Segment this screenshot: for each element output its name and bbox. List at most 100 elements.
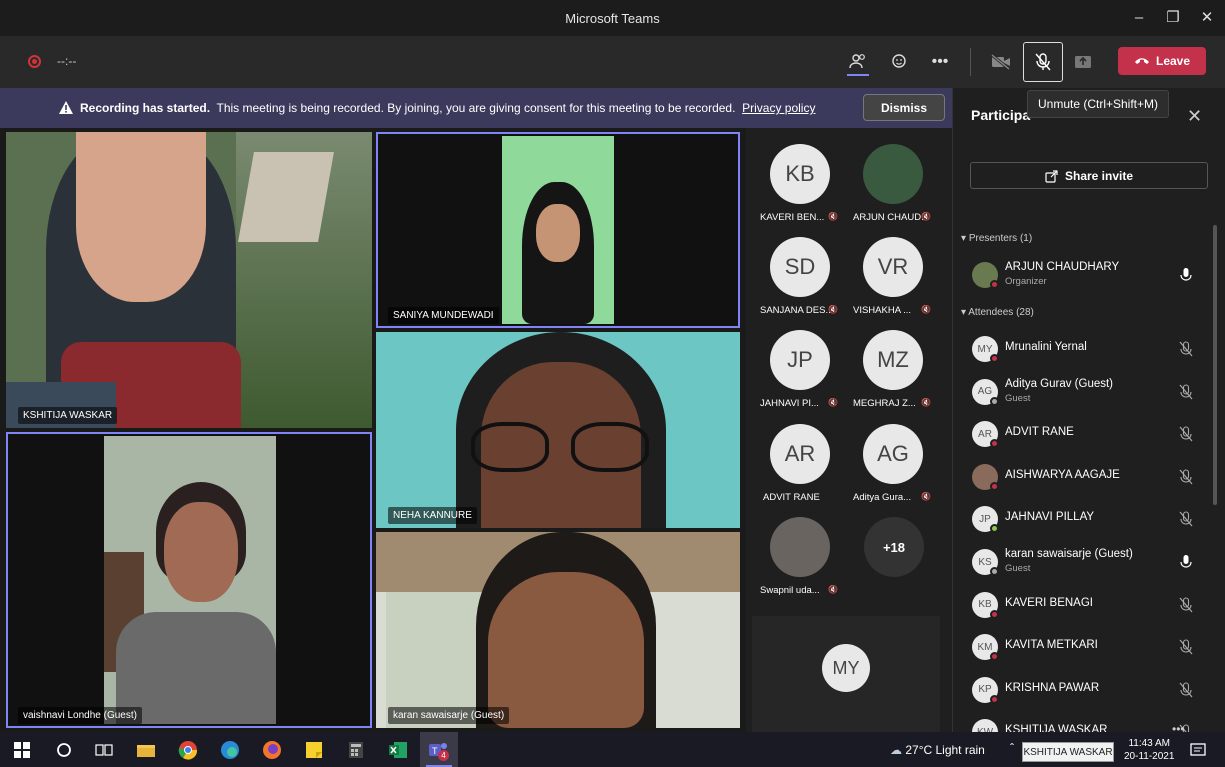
- presenters-section[interactable]: ▾ Presenters (1): [961, 233, 1032, 244]
- more-options-icon[interactable]: •••: [924, 46, 956, 78]
- participant-row[interactable]: KP KRISHNA PAWAR: [970, 673, 1200, 709]
- participant-avatar[interactable]: MZ: [863, 330, 923, 390]
- panel-scrollbar[interactable]: [1213, 225, 1217, 505]
- minimize-icon[interactable]: –: [1124, 6, 1154, 30]
- leave-label: Leave: [1155, 54, 1191, 68]
- participant-avatar-name: JAHNAVI PI...: [760, 398, 819, 409]
- window-title: Microsoft Teams: [565, 11, 660, 26]
- status-dot: [990, 481, 999, 491]
- tile-name: KSHITIJA WASKAR: [18, 407, 118, 424]
- system-clock[interactable]: 11:43 AM 20-11-2021: [1124, 737, 1174, 763]
- participant-avatar-name: MEGHRAJ Z...: [853, 398, 916, 409]
- status-dot: [990, 396, 999, 406]
- video-tile-vaishnavi[interactable]: vaishnavi Londhe (Guest): [6, 432, 372, 728]
- video-tile-karan[interactable]: karan sawaisarje (Guest): [376, 532, 740, 728]
- status-dot: [990, 524, 999, 534]
- restore-icon[interactable]: ❐: [1158, 6, 1188, 30]
- attendees-section[interactable]: ▾ Attendees (28): [961, 307, 1034, 318]
- chrome-icon[interactable]: [176, 738, 200, 762]
- participant-row[interactable]: AR ADVIT RANE: [970, 417, 1200, 453]
- status-dot: [990, 609, 999, 619]
- participant-row[interactable]: AG Aditya Gurav (Guest) Guest: [970, 375, 1200, 411]
- file-explorer-icon[interactable]: [134, 738, 158, 762]
- meeting-toolbar: --:-- ••• Leave: [0, 36, 1225, 88]
- attendees-label: Attendees (28): [968, 307, 1034, 318]
- mic-off-icon: [1035, 53, 1051, 71]
- dismiss-button[interactable]: Dismiss: [863, 94, 945, 121]
- mic-off-icon: [1179, 341, 1193, 357]
- taskbar-tooltip: KSHITIJA WASKAR: [1022, 742, 1114, 762]
- mic-off-icon: [1179, 682, 1193, 698]
- close-panel-icon[interactable]: ✕: [1187, 106, 1202, 127]
- participant-avatar[interactable]: SD: [770, 237, 830, 297]
- participant-row[interactable]: JP JAHNAVI PILLAY: [970, 502, 1200, 538]
- participant-row[interactable]: KS karan sawaisarje (Guest) Guest: [970, 545, 1200, 581]
- participant-avatar[interactable]: [863, 144, 923, 204]
- self-tile[interactable]: MY: [752, 616, 940, 732]
- tray-chevron-icon[interactable]: ˆ: [1010, 741, 1014, 755]
- mic-on-icon: [1180, 555, 1192, 568]
- participant-avatar[interactable]: [770, 517, 830, 577]
- participant-avatar[interactable]: AG: [863, 424, 923, 484]
- participant-role: Organizer: [1005, 276, 1047, 287]
- sticky-notes-icon[interactable]: [302, 738, 326, 762]
- participant-name: Aditya Gurav (Guest): [1005, 377, 1114, 390]
- recording-banner: Recording has started. This meeting is b…: [0, 88, 952, 128]
- video-tile-saniya[interactable]: SANIYA MUNDEWADI: [376, 132, 740, 328]
- video-tile-neha[interactable]: NEHA KANNURE: [376, 332, 740, 528]
- search-icon[interactable]: [52, 738, 76, 762]
- leave-button[interactable]: Leave: [1118, 47, 1206, 75]
- participant-row[interactable]: KM KAVITA METKARI: [970, 630, 1200, 666]
- task-view-icon[interactable]: [92, 738, 116, 762]
- video-tile-kshitija[interactable]: KSHITIJA WASKAR: [6, 132, 372, 428]
- tile-name: SANIYA MUNDEWADI: [388, 307, 499, 324]
- unmute-tooltip: Unmute (Ctrl+Shift+M): [1027, 90, 1169, 118]
- participant-avatar[interactable]: JP: [770, 330, 830, 390]
- participant-name: KAVITA METKARI: [1005, 639, 1098, 652]
- tile-name: karan sawaisarje (Guest): [388, 707, 510, 724]
- participant-row[interactable]: MY Mrunalini Yernal: [970, 332, 1200, 368]
- participant-avatar-name: VISHAKHA ...: [853, 305, 912, 316]
- excel-icon[interactable]: [386, 738, 410, 762]
- clock-date: 20-11-2021: [1124, 751, 1175, 762]
- participant-avatar[interactable]: VR: [863, 237, 923, 297]
- banner-message: This meeting is being recorded. By joini…: [216, 101, 736, 115]
- self-avatar: MY: [822, 644, 870, 692]
- participant-name: ARJUN CHAUDHARY: [1005, 261, 1120, 273]
- edge-icon[interactable]: [218, 738, 242, 762]
- reactions-icon[interactable]: [884, 46, 916, 78]
- participant-row-presenter[interactable]: ARJUN CHAUDHARY Organizer: [970, 258, 1200, 294]
- overflow-participants[interactable]: +18: [864, 517, 924, 577]
- notifications-icon[interactable]: [1186, 738, 1210, 762]
- privacy-policy-link[interactable]: Privacy policy: [742, 101, 815, 115]
- share-invite-button[interactable]: Share invite: [970, 162, 1208, 189]
- mic-off-icon: 🔇: [828, 398, 838, 407]
- participant-row[interactable]: AISHWARYA AAGAJE: [970, 460, 1200, 496]
- share-screen-icon[interactable]: [1067, 46, 1099, 78]
- mic-off-icon: 🔇: [921, 212, 931, 221]
- mic-off-icon: [1179, 639, 1193, 655]
- camera-off-icon[interactable]: [985, 46, 1017, 78]
- participant-avatar-name: Aditya Gura...: [853, 492, 912, 503]
- mic-muted-button[interactable]: [1023, 42, 1063, 82]
- participant-avatar[interactable]: AR: [770, 424, 830, 484]
- weather-widget[interactable]: ☁ 27°C Light rain: [890, 743, 985, 757]
- participant-row[interactable]: KB KAVERI BENAGI: [970, 588, 1200, 624]
- mic-off-icon: 🔇: [921, 492, 931, 501]
- participant-name: JAHNAVI PILLAY: [1005, 511, 1095, 524]
- calculator-icon[interactable]: [344, 738, 368, 762]
- mic-on-icon: [1180, 268, 1192, 281]
- status-dot: [990, 694, 999, 704]
- participant-name: ADVIT RANE: [1005, 426, 1074, 439]
- windows-start-icon[interactable]: [10, 738, 34, 762]
- active-tab-indicator: [847, 74, 869, 76]
- mic-off-icon: [1179, 469, 1193, 485]
- close-window-icon[interactable]: ✕: [1192, 6, 1222, 30]
- mic-off-icon: 🔇: [828, 212, 838, 221]
- phone-hangup-icon: [1134, 58, 1149, 64]
- firefox-icon[interactable]: [260, 738, 284, 762]
- status-dot: [990, 354, 999, 363]
- participant-avatar-name: ARJUN CHAUD...: [853, 212, 930, 223]
- participant-avatar-name: ADVIT RANE: [763, 492, 820, 503]
- participant-avatar[interactable]: KB: [770, 144, 830, 204]
